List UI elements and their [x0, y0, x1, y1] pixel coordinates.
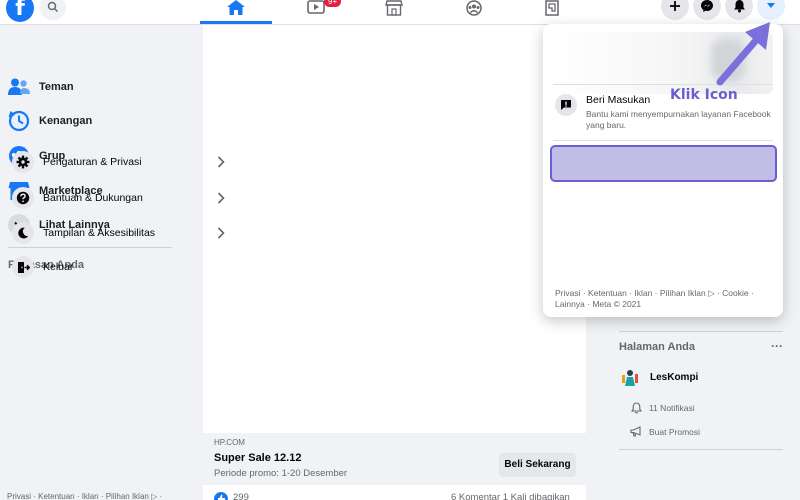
- menu-item-give-feedback[interactable]: Beri Masukan Bantu kami menyempurnakan l…: [550, 94, 776, 131]
- messenger-icon: [701, 0, 713, 12]
- menu-item-settings-privacy[interactable]: Pengaturan & Privasi: [7, 151, 233, 173]
- caret-down-icon: [767, 3, 775, 8]
- search-icon: [47, 1, 59, 13]
- logout-icon: [12, 256, 34, 278]
- megaphone-icon: [629, 426, 643, 437]
- reaction-count[interactable]: 299: [233, 492, 249, 500]
- notification-badge: 9+: [324, 0, 342, 7]
- news-feed: HP.COM Super Sale 12.12 Periode promo: 1…: [203, 25, 586, 500]
- highlight-box: [550, 145, 777, 182]
- page-name[interactable]: LesKompi: [650, 372, 698, 383]
- ad-subtitle: Periode promo: 1-20 Desember: [214, 468, 348, 479]
- sidebar-divider: [8, 247, 172, 248]
- watch-icon: [307, 0, 325, 14]
- gaming-icon: [545, 0, 559, 16]
- tab-marketplace[interactable]: [358, 0, 430, 24]
- tab-gaming[interactable]: [516, 0, 588, 24]
- page-create-promotion-label: Buat Promosi: [649, 426, 701, 437]
- chevron-right-icon: [217, 227, 225, 239]
- sidebar-item-friends[interactable]: Teman: [8, 76, 74, 98]
- sidebar-item-label: Kenangan: [39, 115, 93, 127]
- ad-domain: HP.COM: [214, 438, 245, 447]
- gear-icon: [12, 151, 34, 173]
- right-divider: [619, 331, 783, 332]
- menu-item-logout[interactable]: Keluar: [7, 256, 233, 278]
- menu-item-description: Bantu kami menyempurnakan layanan Facebo…: [586, 109, 771, 130]
- menu-item-label: Bantuan & Dukungan: [43, 192, 143, 204]
- groups-icon: [466, 0, 482, 16]
- menu-item-label: Keluar: [43, 261, 74, 273]
- page-create-promotion[interactable]: Buat Promosi: [629, 426, 700, 437]
- menu-item-display-accessibility[interactable]: Tampilan & Aksesibilitas: [7, 222, 233, 244]
- your-pages-heading: Halaman Anda: [619, 341, 696, 353]
- feedback-icon: [555, 94, 577, 116]
- top-navigation-bar: f 9+: [0, 0, 800, 25]
- menu-item-label: Tampilan & Aksesibilitas: [43, 227, 156, 239]
- tab-groups[interactable]: [438, 0, 510, 24]
- like-reaction-icon: [214, 492, 228, 500]
- memories-icon: [8, 110, 30, 132]
- tab-home[interactable]: [200, 0, 272, 24]
- help-icon: [12, 187, 34, 209]
- create-button[interactable]: [661, 0, 689, 20]
- sidebar-footer: Privasi · Ketentuan · Iklan · Pilihan Ik…: [7, 492, 163, 500]
- home-icon: [227, 0, 245, 15]
- sidebar-item-memories[interactable]: Kenangan: [8, 110, 92, 132]
- bell-icon: [733, 0, 745, 13]
- chevron-right-icon: [217, 192, 225, 204]
- search-button[interactable]: [40, 0, 66, 20]
- menu-footer-links[interactable]: Privasi · Ketentuan · Iklan · Pilihan Ik…: [555, 288, 770, 310]
- tab-watch[interactable]: 9+: [280, 0, 352, 24]
- plus-icon: [670, 1, 680, 11]
- ad-title[interactable]: Super Sale 12.12: [214, 452, 301, 464]
- right-divider: [619, 449, 783, 450]
- facebook-logo[interactable]: f: [6, 0, 34, 22]
- menu-item-help-support[interactable]: Bantuan & Dukungan: [7, 187, 233, 209]
- moon-icon: [12, 222, 34, 244]
- instruction-arrow: [716, 22, 770, 86]
- friends-icon: [8, 76, 30, 98]
- chevron-right-icon: [217, 156, 225, 168]
- menu-separator: [553, 140, 773, 141]
- comments-shares-count[interactable]: 6 Komentar 1 Kali dibagikan: [451, 492, 570, 500]
- sponsored-ad[interactable]: HP.COM Super Sale 12.12 Periode promo: 1…: [203, 433, 586, 485]
- more-options-icon[interactable]: ···: [771, 339, 783, 353]
- page-notifications-label: 11 Notifikasi: [649, 403, 695, 413]
- page-avatar[interactable]: [619, 366, 641, 388]
- bell-icon: [629, 402, 643, 414]
- marketplace-icon: [385, 0, 403, 16]
- shop-now-button[interactable]: Beli Sekarang: [499, 453, 576, 477]
- sidebar-item-label: Teman: [39, 81, 74, 93]
- menu-item-label: Pengaturan & Privasi: [43, 156, 142, 168]
- page-notifications[interactable]: 11 Notifikasi: [629, 402, 695, 414]
